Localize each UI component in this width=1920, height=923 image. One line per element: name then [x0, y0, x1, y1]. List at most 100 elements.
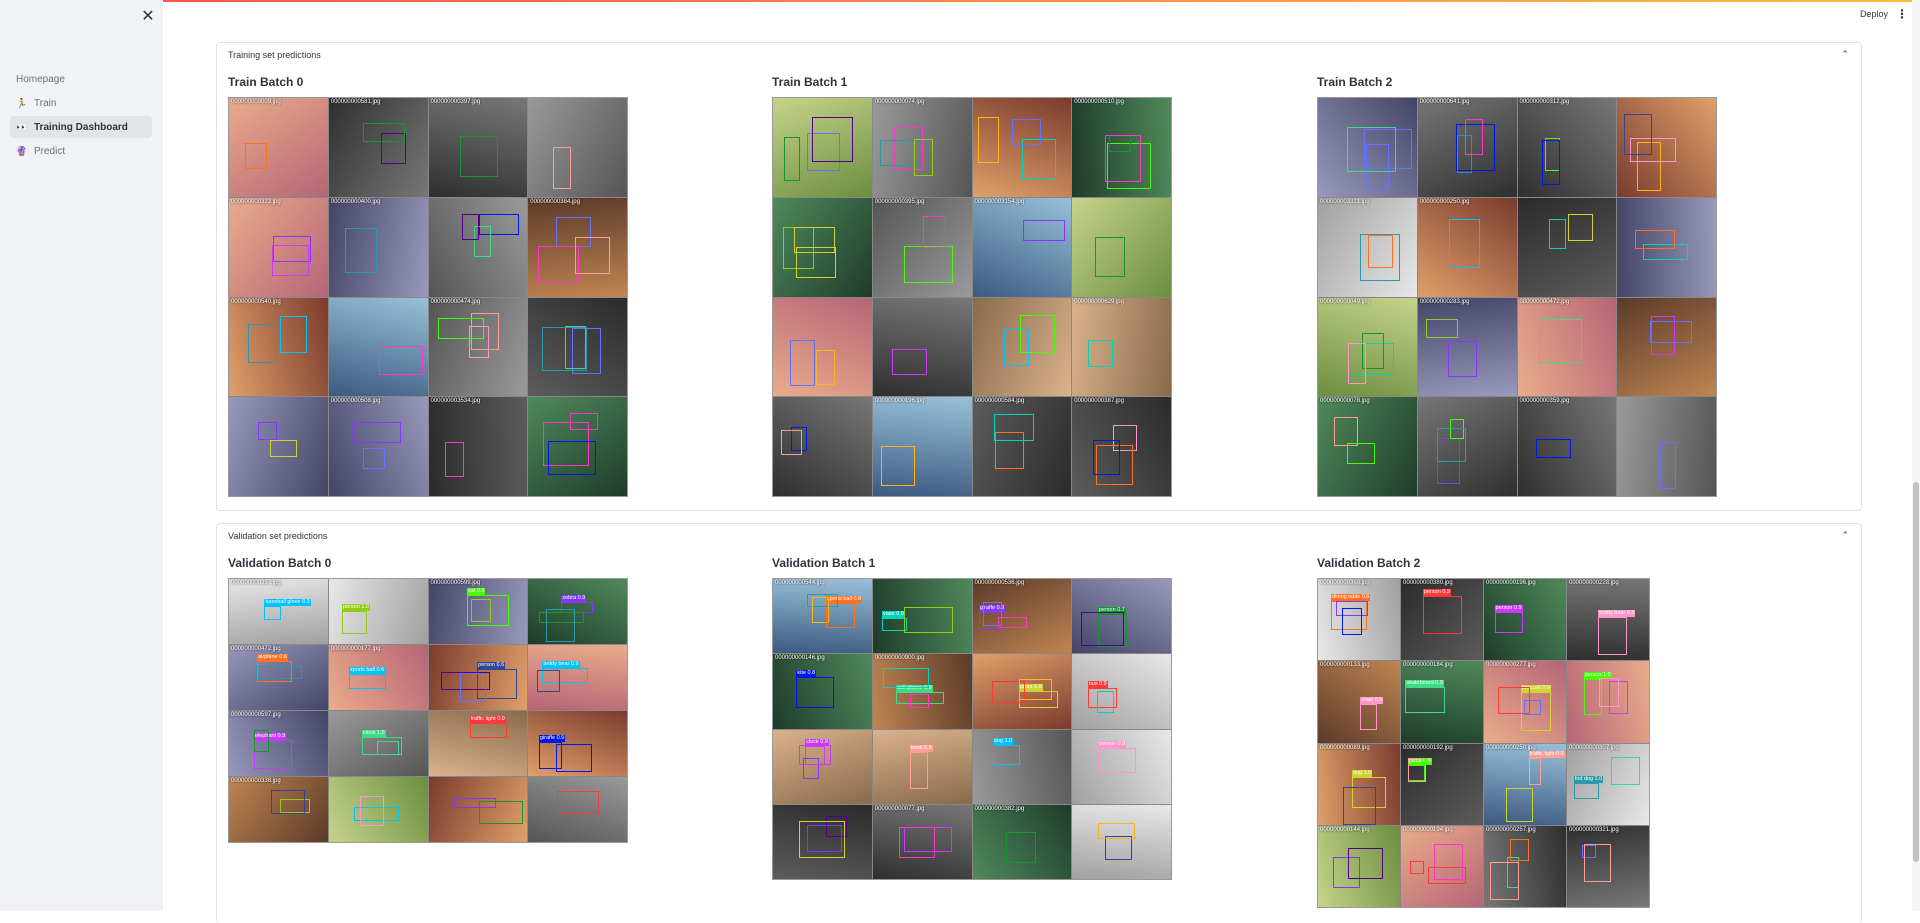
- tile-filename: 000000000540.jpg: [231, 298, 281, 305]
- detection-box: [909, 693, 930, 709]
- tile-filename: 000000000009.jpg: [231, 99, 281, 105]
- mosaic-tile: 000000000474.jpg: [428, 297, 528, 397]
- tile-filename: 000000000357.jpg: [231, 580, 281, 586]
- chevron-up-icon[interactable]: ⌃: [1841, 49, 1849, 60]
- detection-box: [279, 315, 308, 353]
- detection-box: [806, 825, 842, 853]
- mosaic-tile: 000000000641.jpg: [1417, 98, 1517, 197]
- tile-filename: 000000000192.jpg: [1403, 744, 1453, 751]
- mosaic-tile: [528, 98, 627, 197]
- batch-mosaic-image: 000000000074.jpg 000000000510.jpg 00000000…: [772, 97, 1172, 497]
- detection-box: [271, 790, 305, 815]
- tile-filename: 000000000384.jpg: [530, 198, 580, 205]
- mosaic-tile: vase 0.9: [872, 579, 972, 654]
- detection-box: [1080, 612, 1124, 646]
- batch-title: Train Batch 2: [1317, 75, 1393, 89]
- sidebar-item-training-dashboard[interactable]: 👀 Training Dashboard: [10, 116, 152, 138]
- close-sidebar-icon[interactable]: ✕: [140, 8, 156, 26]
- tile-filename: 000000000360.jpg: [1320, 580, 1370, 586]
- detection-box: [784, 137, 800, 182]
- chevron-up-icon[interactable]: ⌃: [1841, 530, 1849, 541]
- main-scrollbar[interactable]: [1912, 0, 1920, 911]
- tile-filename: 000000000194.jpg: [1403, 826, 1453, 833]
- tile-filename: 000000000184.jpg: [1403, 662, 1453, 669]
- validation-predictions-expander: Validation set predictions ⌃ Validation …: [216, 523, 1862, 923]
- mosaic-tile: 000000000581.jpg: [328, 98, 428, 197]
- mosaic-tile: clock 0.9: [773, 729, 872, 804]
- batch-column: Train Batch 0 000000000009.jpg 0000000005…: [228, 73, 628, 497]
- detection-box: [378, 345, 423, 375]
- mosaic-tile: [1517, 197, 1617, 297]
- mosaic-tile: 000000000146.jpg kite 0.8: [773, 654, 872, 729]
- tile-filename: 000000000089.jpg: [1320, 744, 1370, 751]
- tile-filename: 000000000322.jpg: [231, 198, 281, 205]
- tile-filename: 000000000283.jpg: [1419, 298, 1470, 305]
- tile-filename: 000000000472.jpg: [1519, 298, 1570, 305]
- detection-box: [376, 741, 400, 756]
- detection-box: [556, 790, 599, 813]
- tile-filename: 000000000146.jpg: [775, 655, 825, 662]
- detection-box: [1584, 844, 1611, 883]
- sidebar-item-homepage[interactable]: Homepage: [10, 68, 152, 90]
- sidebar-item-predict[interactable]: 🔮 Predict: [10, 140, 152, 162]
- batch-title: Train Batch 0: [228, 75, 304, 89]
- sidebar-item-label: Train: [34, 97, 57, 109]
- mosaic-tile: [872, 297, 972, 397]
- mosaic-tile: 000000000900.jpg cell phone 0.9: [872, 654, 972, 729]
- detection-box: [1490, 861, 1520, 901]
- detection-box: [471, 598, 491, 623]
- sidebar-item-train[interactable]: 🏃 Train: [10, 92, 152, 114]
- detection-box: [1598, 677, 1619, 708]
- tile-filename: 000000000133.jpg: [1320, 662, 1370, 669]
- mosaic-tile: giraffe 0.9: [528, 711, 627, 776]
- mosaic-tile: [1318, 98, 1417, 197]
- detection-label: person 0.6: [477, 662, 506, 670]
- mosaic-tile: 000000000472.jpg airplane 0.6: [229, 645, 328, 710]
- mosaic-tile: 000000000540.jpg: [229, 297, 328, 397]
- tile-filename: 000000000312.jpg: [1519, 99, 1570, 105]
- scrollbar-thumb[interactable]: [1913, 482, 1919, 862]
- detection-box: [1426, 318, 1458, 339]
- detection-label: baseball glove 0.3: [264, 598, 311, 606]
- mosaic-tile: 000000000228.jpg teddy bear 0.9: [1567, 579, 1649, 661]
- mosaic-tile: 000000000074.jpg: [872, 98, 972, 197]
- tile-filename: 000000000074.jpg: [874, 99, 925, 105]
- mosaic-tile: dog 1.0: [972, 729, 1072, 804]
- expander-header[interactable]: Validation set predictions ⌃: [217, 524, 1861, 548]
- expander-header[interactable]: Training set predictions ⌃: [217, 43, 1861, 67]
- detection-box: [992, 745, 1020, 765]
- mosaic-tile: clock 1.0: [328, 711, 428, 776]
- detection-box: [1095, 236, 1126, 277]
- detection-box: [795, 246, 836, 279]
- mosaic-tile: 000000003534.jpg: [428, 397, 528, 496]
- mosaic-tile: [773, 804, 872, 879]
- detection-box: [344, 227, 377, 273]
- mosaic-tile: 000000000307.jpg hot dog 1.0: [1567, 743, 1649, 825]
- detection-box: [812, 597, 829, 623]
- mosaic-tile: 000000000321.jpg: [1567, 825, 1649, 907]
- mosaic-tile: 000000000133.jpg chair 0.9: [1318, 661, 1400, 743]
- detection-box: [1105, 134, 1142, 183]
- main-content: Training set predictions ⌃ Train Batch 0…: [163, 0, 1920, 923]
- batch-title: Validation Batch 2: [1317, 556, 1421, 570]
- detection-box: [880, 446, 915, 486]
- mosaic-tile: [428, 777, 528, 842]
- detection-box: [362, 122, 406, 142]
- detection-label: dog 1.0: [992, 738, 1014, 746]
- detection-label: person 0.9: [1422, 589, 1451, 597]
- detection-box: [997, 616, 1027, 629]
- detection-box: [478, 801, 524, 825]
- detection-box: [1449, 218, 1481, 268]
- tile-filename: 000000000387.jpg: [1074, 398, 1124, 405]
- mosaic-tile: [1072, 804, 1171, 879]
- tile-filename: 000000000250.jpg: [1486, 744, 1536, 751]
- detection-box: [1494, 611, 1523, 634]
- detection-box: [1524, 699, 1541, 715]
- detection-box: [1334, 417, 1359, 447]
- mosaic-tile: 000000003321.jpg: [1318, 197, 1417, 297]
- sidebar-item-label: Predict: [34, 145, 66, 157]
- mosaic-tile: 000000000360.jpg dining table 0.6: [1318, 579, 1400, 661]
- detection-box: [271, 244, 309, 276]
- detection-box: [1092, 440, 1120, 475]
- batch-column: Train Batch 1 000000000074.jpg 0000000005…: [772, 73, 1172, 497]
